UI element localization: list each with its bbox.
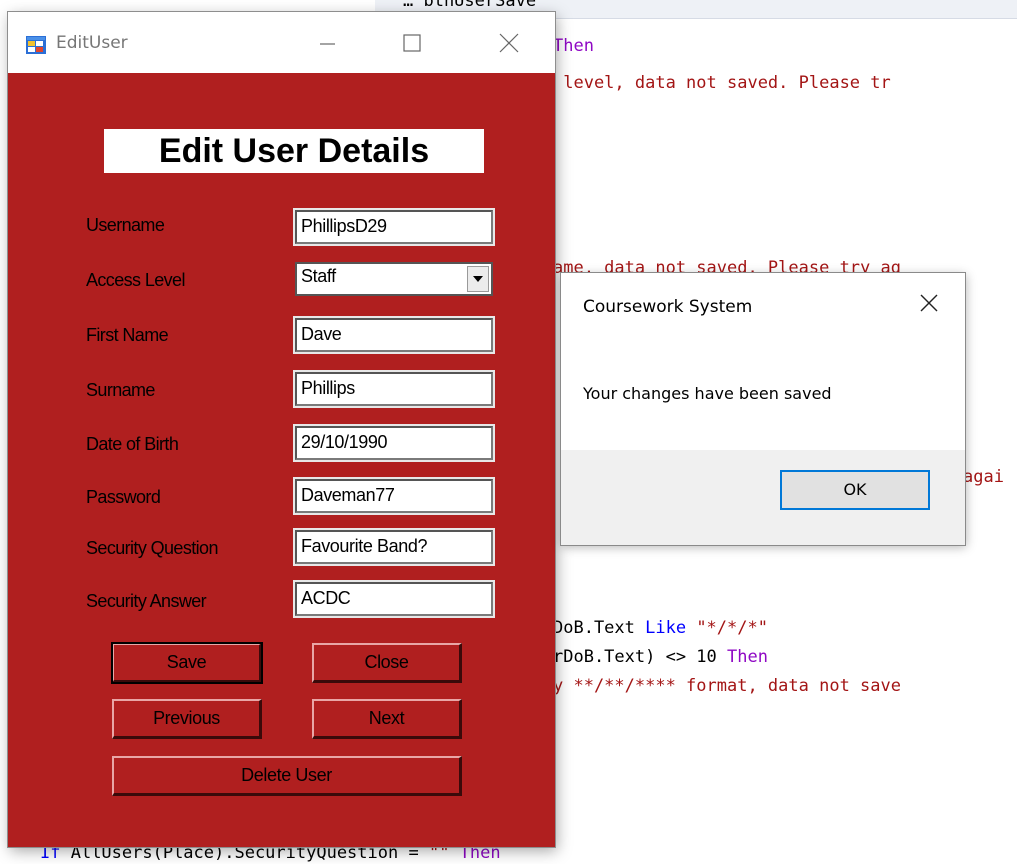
access-level-label: Access Level <box>86 270 185 290</box>
close-button[interactable] <box>490 26 536 60</box>
code-line: y **/**/**** format, data not save <box>553 676 901 696</box>
message-box: Coursework System Your changes have been… <box>561 273 965 545</box>
minimize-icon <box>320 43 335 45</box>
code-line: DoB.Text Like "*/*/*" <box>553 618 768 638</box>
save-button[interactable]: Save <box>111 642 263 684</box>
window-title: EditUser <box>56 33 128 53</box>
security-answer-field[interactable]: ACDC <box>293 580 495 618</box>
date-of-birth-label: Date of Birth <box>86 434 179 454</box>
date-of-birth-field[interactable]: 29/10/1990 <box>293 424 495 462</box>
first-name-field[interactable]: Dave <box>293 316 495 354</box>
chevron-down-icon <box>473 276 483 282</box>
message-text: Your changes have been saved <box>583 384 832 403</box>
message-box-close-button[interactable] <box>911 287 957 321</box>
username-field[interactable]: PhillipsD29 <box>293 208 495 246</box>
dropdown-button[interactable] <box>467 266 489 292</box>
security-question-field[interactable]: Favourite Band? <box>293 528 495 566</box>
edit-user-form: Edit User Details Username PhillipsD29 A… <box>8 73 555 847</box>
security-question-label: Security Question <box>86 538 218 558</box>
first-name-label: First Name <box>86 325 169 345</box>
code-line: Then <box>553 36 594 56</box>
access-level-value: Staff <box>301 266 336 286</box>
close-icon <box>920 294 938 312</box>
surname-label: Surname <box>86 380 155 400</box>
form-heading: Edit User Details <box>104 129 484 173</box>
message-box-title: Coursework System <box>583 297 753 317</box>
delete-user-button[interactable]: Delete User <box>112 756 462 796</box>
window-titlebar[interactable]: EditUser <box>8 12 555 73</box>
next-button[interactable]: Next <box>312 699 462 739</box>
password-label: Password <box>86 487 161 507</box>
username-label: Username <box>86 215 165 235</box>
close-form-button[interactable]: Close <box>312 643 462 683</box>
windows-form-icon <box>26 36 46 54</box>
ok-button[interactable]: OK <box>780 470 930 510</box>
password-field[interactable]: Daveman77 <box>293 477 495 515</box>
code-line: agai <box>963 467 1004 487</box>
edit-user-window: EditUser Edit User Details Username Phil… <box>8 12 555 847</box>
code-line: … btnUserSave <box>403 0 537 11</box>
access-level-dropdown[interactable]: Staff <box>295 262 493 296</box>
maximize-icon <box>403 34 421 52</box>
surname-field[interactable]: Phillips <box>293 370 495 408</box>
previous-button[interactable]: Previous <box>112 699 262 739</box>
message-box-footer: OK <box>561 450 965 545</box>
code-line: rDoB.Text) <> 10 Then <box>553 647 768 667</box>
maximize-button[interactable] <box>396 26 442 60</box>
close-icon <box>499 33 519 53</box>
security-answer-label: Security Answer <box>86 591 207 611</box>
minimize-button[interactable] <box>304 26 350 60</box>
code-line: level, data not saved. Please tr <box>553 73 891 93</box>
